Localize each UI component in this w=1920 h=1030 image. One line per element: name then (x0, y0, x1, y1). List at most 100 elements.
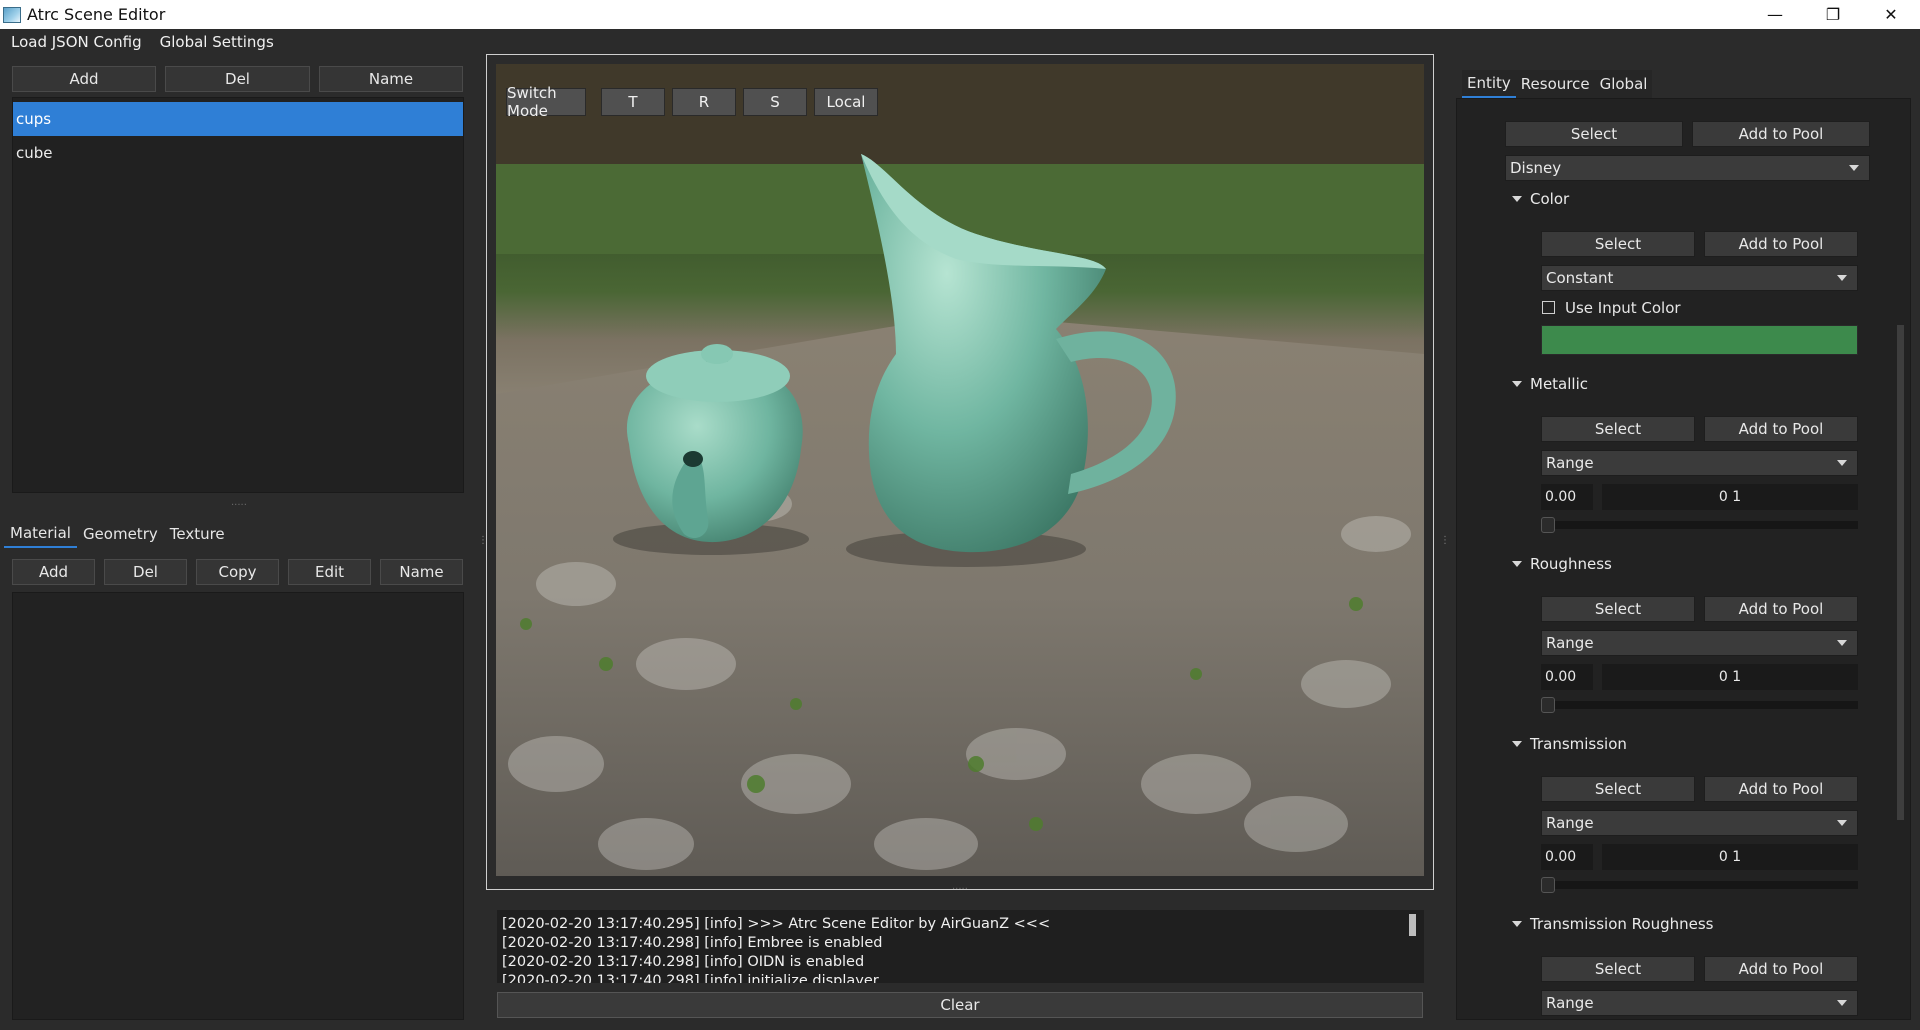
tab-texture[interactable]: Texture (164, 520, 231, 548)
transmission-select-button[interactable]: Select (1541, 776, 1695, 802)
rotate-button[interactable]: R (672, 88, 736, 116)
tab-entity[interactable]: Entity (1462, 70, 1516, 98)
center-splitter-handle[interactable]: ····· (952, 884, 968, 895)
resource-copy-button[interactable]: Copy (196, 559, 279, 585)
chevron-down-icon (1837, 640, 1847, 646)
use-input-color-checkbox[interactable] (1542, 301, 1555, 314)
menu-global-settings[interactable]: Global Settings (149, 33, 281, 51)
resource-edit-button[interactable]: Edit (288, 559, 371, 585)
collapse-arrow-icon (1512, 921, 1522, 927)
switch-mode-button[interactable]: Switch Mode (506, 84, 586, 120)
roughness-slider-handle[interactable] (1541, 697, 1555, 713)
collapse-arrow-icon (1512, 741, 1522, 747)
transmission-roughness-add-to-pool-button[interactable]: Add to Pool (1704, 956, 1858, 982)
transmission-add-to-pool-button[interactable]: Add to Pool (1704, 776, 1858, 802)
color-mode-value: Constant (1546, 269, 1614, 287)
window-title: Atrc Scene Editor (27, 5, 166, 24)
roughness-slider[interactable] (1541, 701, 1858, 709)
menu-load-json-config[interactable]: Load JSON Config (0, 33, 149, 51)
tab-geometry[interactable]: Geometry (77, 520, 164, 548)
metallic-slider-handle[interactable] (1541, 517, 1555, 533)
resource-name-button[interactable]: Name (380, 559, 463, 585)
render-viewport[interactable]: Switch Mode T R S Local (496, 64, 1424, 876)
color-swatch[interactable] (1541, 325, 1858, 355)
roughness-add-to-pool-button[interactable]: Add to Pool (1704, 596, 1858, 622)
transmission-slider-handle[interactable] (1541, 877, 1555, 893)
maximize-icon[interactable]: ❐ (1804, 0, 1862, 29)
metallic-slider[interactable] (1541, 521, 1858, 529)
resource-tabs: Material Geometry Texture (4, 520, 231, 548)
rendered-scene-image (496, 64, 1424, 876)
left-splitter-handle[interactable]: ····· (231, 500, 247, 511)
roughness-section-header[interactable]: Roughness (1512, 555, 1612, 573)
entity-del-button[interactable]: Del (165, 66, 310, 92)
color-add-to-pool-button[interactable]: Add to Pool (1704, 231, 1858, 257)
log-line: [2020-02-20 13:17:40.298] [info] OIDN is… (502, 954, 865, 970)
color-select-button[interactable]: Select (1541, 231, 1695, 257)
color-section-label: Color (1530, 190, 1570, 208)
scale-button[interactable]: S (743, 88, 807, 116)
clear-console-button[interactable]: Clear (497, 992, 1423, 1018)
transmission-value-input[interactable]: 0.00 (1541, 844, 1593, 870)
metallic-mode-value: Range (1546, 454, 1594, 472)
metallic-value-input[interactable]: 0.00 (1541, 484, 1593, 510)
resource-add-button[interactable]: Add (12, 559, 95, 585)
roughness-mode-dropdown[interactable]: Range (1541, 630, 1858, 656)
log-line: [2020-02-20 13:17:40.298] [info] Embree … (502, 935, 883, 951)
right-vertical-splitter[interactable]: ⋮ (1440, 535, 1450, 546)
metallic-add-to-pool-button[interactable]: Add to Pool (1704, 416, 1858, 442)
roughness-mode-value: Range (1546, 634, 1594, 652)
metallic-section-header[interactable]: Metallic (1512, 375, 1588, 393)
close-icon[interactable]: ✕ (1862, 0, 1920, 29)
app-icon (3, 6, 21, 23)
chevron-down-icon (1837, 275, 1847, 281)
entity-item-cube[interactable]: cube (13, 136, 463, 170)
material-type-dropdown[interactable]: Disney (1505, 155, 1870, 181)
tab-resource[interactable]: Resource (1515, 70, 1595, 98)
minimize-icon[interactable]: — (1746, 0, 1804, 29)
resource-del-button[interactable]: Del (104, 559, 187, 585)
collapse-arrow-icon (1512, 381, 1522, 387)
entity-list: cups cube (12, 97, 464, 493)
color-section-header[interactable]: Color (1512, 190, 1569, 208)
tab-global[interactable]: Global (1594, 70, 1653, 98)
transmission-slider[interactable] (1541, 881, 1858, 889)
metallic-section-label: Metallic (1530, 375, 1588, 393)
local-space-button[interactable]: Local (814, 88, 878, 116)
entity-item-cups[interactable]: cups (13, 102, 463, 136)
chevron-down-icon (1837, 460, 1847, 466)
use-input-color-label: Use Input Color (1565, 299, 1681, 317)
metallic-select-button[interactable]: Select (1541, 416, 1695, 442)
roughness-select-button[interactable]: Select (1541, 596, 1695, 622)
material-select-button[interactable]: Select (1505, 121, 1683, 147)
transmission-range-input[interactable]: 0 1 (1602, 844, 1858, 870)
chevron-down-icon (1837, 1000, 1847, 1006)
roughness-range-input[interactable]: 0 1 (1602, 664, 1858, 690)
material-type-value: Disney (1510, 159, 1562, 177)
collapse-arrow-icon (1512, 561, 1522, 567)
entity-add-button[interactable]: Add (12, 66, 156, 92)
transmission-mode-dropdown[interactable]: Range (1541, 810, 1858, 836)
transmission-roughness-select-button[interactable]: Select (1541, 956, 1695, 982)
material-add-to-pool-button[interactable]: Add to Pool (1692, 121, 1870, 147)
transmission-roughness-section-header[interactable]: Transmission Roughness (1512, 915, 1714, 933)
roughness-value-input[interactable]: 0.00 (1541, 664, 1593, 690)
resource-list (12, 592, 464, 1020)
tab-material[interactable]: Material (4, 520, 77, 548)
metallic-range-input[interactable]: 0 1 (1602, 484, 1858, 510)
transmission-roughness-mode-dropdown[interactable]: Range (1541, 990, 1858, 1016)
log-console[interactable]: [2020-02-20 13:17:40.295] [info] >>> Atr… (497, 910, 1424, 983)
roughness-section-label: Roughness (1530, 555, 1612, 573)
color-mode-dropdown[interactable]: Constant (1541, 265, 1858, 291)
translate-button[interactable]: T (601, 88, 665, 116)
console-scrollbar[interactable] (1409, 914, 1416, 936)
transmission-section-header[interactable]: Transmission (1512, 735, 1627, 753)
chevron-down-icon (1837, 820, 1847, 826)
log-line: [2020-02-20 13:17:40.295] [info] >>> Atr… (502, 916, 1051, 932)
menu-bar: Load JSON Config Global Settings (0, 29, 470, 55)
transmission-roughness-mode-value: Range (1546, 994, 1594, 1012)
metallic-mode-dropdown[interactable]: Range (1541, 450, 1858, 476)
window-controls: — ❐ ✕ (1746, 0, 1920, 29)
entity-name-button[interactable]: Name (319, 66, 463, 92)
properties-scrollbar[interactable] (1897, 325, 1904, 820)
